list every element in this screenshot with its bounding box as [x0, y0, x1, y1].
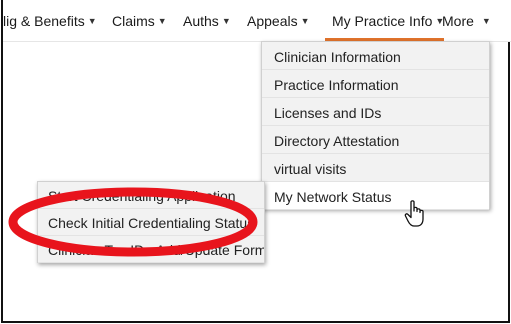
hand-pointer-icon	[404, 200, 424, 227]
nav-more[interactable]: More ▼	[442, 13, 491, 29]
caret-down-icon: ▼	[481, 16, 491, 26]
menu-item-licenses-and-ids[interactable]: Licenses and IDs	[262, 98, 489, 126]
menu-item-my-network-status[interactable]: My Network Status	[262, 182, 489, 210]
caret-down-icon: ▼	[87, 16, 97, 26]
submenu-item-tax-id-form[interactable]: Clinician Tax ID - Add/Update Form	[38, 236, 264, 263]
menu-item-directory-attestation[interactable]: Directory Attestation	[262, 126, 489, 154]
nav-label: lig & Benefits	[3, 13, 85, 29]
nav-label: My Practice Info	[332, 13, 433, 29]
caret-down-icon: ▼	[157, 16, 167, 26]
nav-appeals[interactable]: Appeals ▼	[247, 13, 310, 29]
submenu-item-start-credentialing[interactable]: Start Credentialing Application	[38, 182, 264, 209]
nav-label: Appeals	[247, 13, 298, 29]
nav-label: Claims	[112, 13, 155, 29]
caret-down-icon: ▼	[221, 16, 231, 26]
app-window: lig & Benefits ▼ Claims ▼ Auths ▼ Appeals ▼ …	[1, 0, 511, 323]
nav-claims[interactable]: Claims ▼	[112, 13, 167, 29]
nav-eligibility-benefits[interactable]: lig & Benefits ▼	[3, 13, 97, 29]
menu-item-virtual-visits[interactable]: virtual visits	[262, 154, 489, 182]
nav-label: Auths	[183, 13, 219, 29]
credentialing-submenu: Start Credentialing Application Check In…	[37, 181, 265, 263]
menu-item-practice-information[interactable]: Practice Information	[262, 70, 489, 98]
menu-item-clinician-information[interactable]: Clinician Information	[262, 42, 489, 70]
nav-label: More	[442, 13, 474, 29]
submenu-item-check-credentialing-status[interactable]: Check Initial Credentialing Status	[38, 209, 264, 236]
caret-down-icon: ▼	[300, 16, 310, 26]
top-navigation: lig & Benefits ▼ Claims ▼ Auths ▼ Appeals ▼ …	[3, 0, 511, 42]
nav-auths[interactable]: Auths ▼	[183, 13, 231, 29]
my-practice-info-menu: Clinician Information Practice Informati…	[261, 41, 490, 210]
nav-my-practice-info[interactable]: My Practice Info ▼	[332, 13, 444, 29]
